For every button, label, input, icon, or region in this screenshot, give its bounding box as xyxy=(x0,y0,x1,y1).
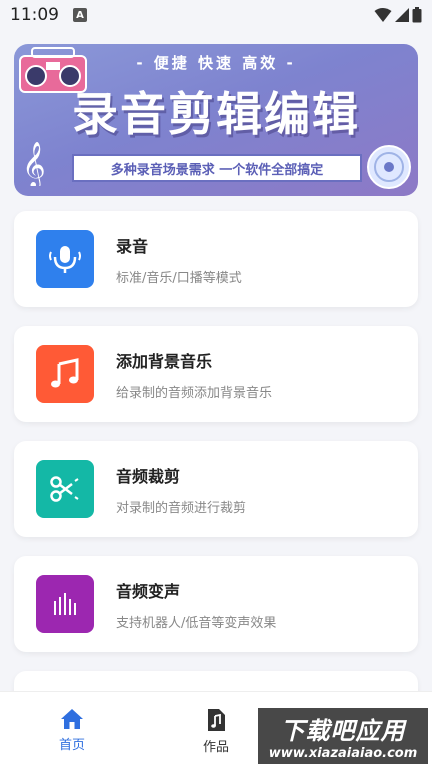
card-text: 音频变声 支持机器人/低音等变声效果 xyxy=(116,578,276,631)
watermark-logo: 下载吧应用 www.xiazaiaiao.com xyxy=(258,708,428,764)
home-icon xyxy=(61,709,83,729)
feature-card-trim[interactable]: 音频裁剪 对录制的音频进行裁剪 xyxy=(14,441,418,537)
status-time: 11:09 xyxy=(10,5,59,25)
notification-icon: A xyxy=(73,8,87,22)
feature-card-bgm[interactable]: 添加背景音乐 给录制的音频添加背景音乐 xyxy=(14,326,418,422)
card-text: 音频裁剪 对录制的音频进行裁剪 xyxy=(116,463,246,516)
promo-banner[interactable]: 𝄞 - 便捷 快速 高效 - 录音剪辑编辑 多种录音场景需求 一个软件全部搞定 xyxy=(14,44,418,196)
banner-title: 录音剪辑编辑 xyxy=(72,87,360,141)
sound-bars-icon xyxy=(36,575,94,633)
card-text: 录音 标准/音乐/口播等模式 xyxy=(116,233,242,286)
music-note-icon xyxy=(36,345,94,403)
nav-item-home[interactable]: 首页 xyxy=(0,692,144,768)
card-description: 标准/音乐/口播等模式 xyxy=(116,270,242,286)
microphone-icon xyxy=(36,230,94,288)
battery-icon xyxy=(412,7,422,23)
watermark-url: www.xiazaiaiao.com xyxy=(268,746,418,761)
treble-clef-icon: 𝄞 xyxy=(22,142,44,186)
scissors-icon xyxy=(36,460,94,518)
cd-disc-icon xyxy=(367,145,411,189)
watermark-text: 下载吧应用 xyxy=(280,717,406,745)
svg-text:𝄞: 𝄞 xyxy=(22,142,44,186)
nav-label-home: 首页 xyxy=(58,738,85,753)
banner-slogan: 多种录音场景需求 一个软件全部搞定 xyxy=(72,154,362,182)
card-title: 录音 xyxy=(116,236,149,256)
card-description: 支持机器人/低音等变声效果 xyxy=(116,615,277,631)
feature-card-record[interactable]: 录音 标准/音乐/口播等模式 xyxy=(14,211,418,307)
card-description: 给录制的音频添加背景音乐 xyxy=(116,385,273,401)
card-description: 对录制的音频进行裁剪 xyxy=(116,500,247,516)
status-bar: 11:09 A xyxy=(0,0,432,30)
card-title: 音频裁剪 xyxy=(116,466,181,486)
card-text: 添加背景音乐 给录制的音频添加背景音乐 xyxy=(116,348,272,401)
signal-icon xyxy=(395,8,409,22)
nav-label-works: 作品 xyxy=(202,740,229,755)
music-file-icon xyxy=(208,709,225,731)
wifi-icon xyxy=(374,8,392,22)
banner-subtitle: - 便捷 快速 高效 - xyxy=(136,54,296,72)
feature-card-voice-change[interactable]: 音频变声 支持机器人/低音等变声效果 xyxy=(14,556,418,652)
card-title: 音频变声 xyxy=(116,581,181,601)
status-indicators xyxy=(374,7,422,23)
card-title: 添加背景音乐 xyxy=(116,351,213,371)
